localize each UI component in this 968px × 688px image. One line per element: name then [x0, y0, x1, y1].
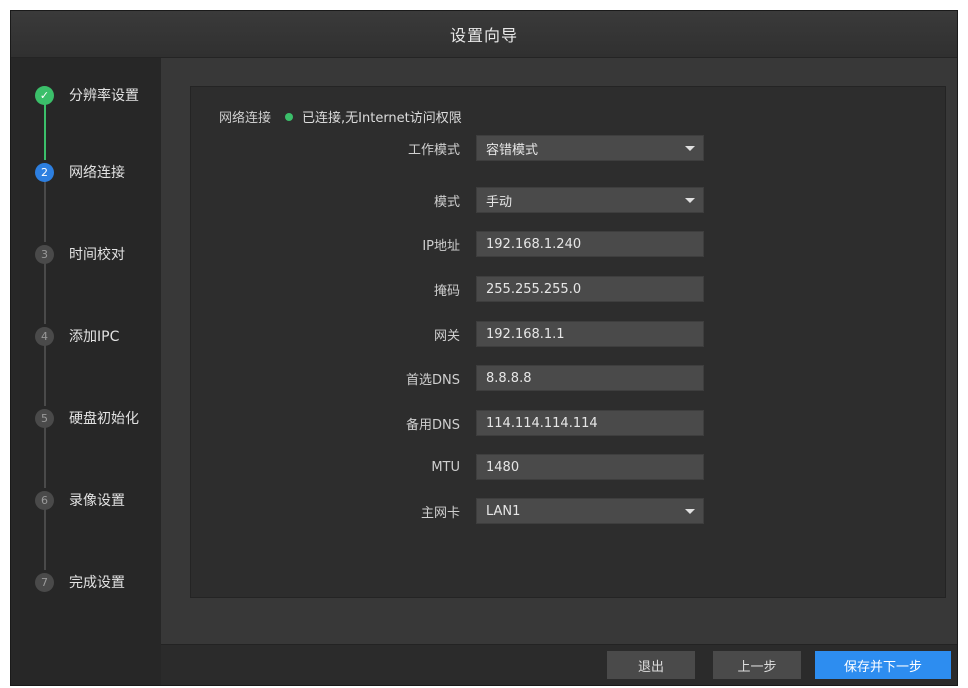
network-status-label: 网络连接	[219, 111, 272, 126]
content-area: 网络连接 已连接,无Internet访问权限 工作模式 容错模式 模式 手动 I…	[161, 58, 957, 645]
step-add-ipc[interactable]: 4 添加IPC	[35, 324, 119, 348]
mode-select[interactable]: 手动	[476, 187, 704, 213]
gateway-label: 网关	[433, 328, 460, 344]
title-bar: 设置向导	[11, 11, 957, 58]
chevron-down-icon	[685, 145, 695, 151]
dns2-row: 备用DNS 114.114.114.114	[191, 409, 731, 437]
dns1-row: 首选DNS 8.8.8.8	[191, 364, 731, 392]
work-mode-value: 容错模式	[486, 142, 539, 158]
step-number: 3	[35, 244, 54, 264]
nic-row: 主网卡 LAN1	[191, 497, 731, 525]
step-label: 录像设置	[69, 493, 125, 509]
step-time[interactable]: 3 时间校对	[35, 242, 125, 266]
dns2-label: 备用DNS	[406, 417, 460, 433]
check-icon: ✓	[35, 85, 54, 105]
step-label: 硬盘初始化	[69, 411, 139, 427]
step-network[interactable]: 2 网络连接	[35, 160, 125, 184]
ip-address-input[interactable]: 192.168.1.240	[476, 231, 704, 257]
mtu-row: MTU 1480	[191, 453, 731, 481]
step-label: 网络连接	[69, 165, 125, 181]
chevron-down-icon	[685, 508, 695, 514]
step-label: 添加IPC	[69, 329, 120, 345]
work-mode-select[interactable]: 容错模式	[476, 135, 704, 161]
status-dot-icon	[285, 112, 294, 121]
preferred-dns-input[interactable]: 8.8.8.8	[476, 365, 704, 391]
step-label: 完成设置	[69, 575, 125, 591]
work-mode-row: 工作模式 容错模式	[191, 134, 731, 162]
mtu-input[interactable]: 1480	[476, 454, 704, 480]
step-record[interactable]: 6 录像设置	[35, 488, 125, 512]
step-disk-init[interactable]: 5 硬盘初始化	[35, 406, 139, 430]
mask-label: 掩码	[433, 283, 460, 299]
window-title: 设置向导	[449, 26, 518, 45]
nic-value: LAN1	[486, 503, 521, 519]
subnet-mask-input[interactable]: 255.255.255.0	[476, 276, 704, 302]
step-number: 7	[35, 572, 54, 592]
step-connector-5	[44, 426, 46, 488]
gateway-input[interactable]: 192.168.1.1	[476, 321, 704, 347]
footer-bar: 退出 上一步 保存并下一步	[161, 644, 957, 685]
work-mode-label: 工作模式	[407, 142, 460, 158]
step-connector-2	[44, 180, 46, 242]
exit-button[interactable]: 退出	[607, 651, 695, 679]
step-connector-3	[44, 262, 46, 324]
step-resolution[interactable]: ✓ 分辨率设置	[35, 83, 139, 107]
alternate-dns-input[interactable]: 114.114.114.114	[476, 410, 704, 436]
mode-label: 模式	[433, 194, 460, 210]
network-settings-panel: 网络连接 已连接,无Internet访问权限 工作模式 容错模式 模式 手动 I…	[190, 86, 946, 598]
step-number: 4	[35, 326, 54, 346]
primary-nic-select[interactable]: LAN1	[476, 498, 704, 524]
step-number: 2	[35, 162, 54, 182]
chevron-down-icon	[685, 197, 695, 203]
mtu-label: MTU	[431, 459, 460, 475]
step-connector-6	[44, 508, 46, 570]
step-number: 6	[35, 490, 54, 510]
setup-wizard-window: 设置向导 ✓ 分辨率设置 2 网络连接 3 时间校对 4 添加IPC 5 硬盘初…	[10, 10, 958, 686]
step-finish[interactable]: 7 完成设置	[35, 570, 125, 594]
ip-row: IP地址 192.168.1.240	[191, 230, 731, 258]
save-next-button[interactable]: 保存并下一步	[815, 651, 951, 679]
step-connector-4	[44, 344, 46, 406]
dns1-label: 首选DNS	[406, 372, 460, 388]
step-number: 5	[35, 408, 54, 428]
steps-sidebar: ✓ 分辨率设置 2 网络连接 3 时间校对 4 添加IPC 5 硬盘初始化 6 …	[11, 58, 161, 685]
mask-row: 掩码 255.255.255.0	[191, 275, 731, 303]
previous-button[interactable]: 上一步	[713, 651, 801, 679]
nic-label: 主网卡	[420, 505, 460, 521]
mode-value: 手动	[486, 194, 513, 210]
step-label: 时间校对	[69, 247, 125, 263]
gateway-row: 网关 192.168.1.1	[191, 320, 731, 348]
ip-label: IP地址	[422, 238, 460, 254]
mode-row: 模式 手动	[191, 186, 731, 214]
network-status: 网络连接 已连接,无Internet访问权限	[219, 107, 462, 126]
step-label: 分辨率设置	[69, 88, 139, 104]
network-status-value: 已连接,无Internet访问权限	[302, 111, 462, 126]
